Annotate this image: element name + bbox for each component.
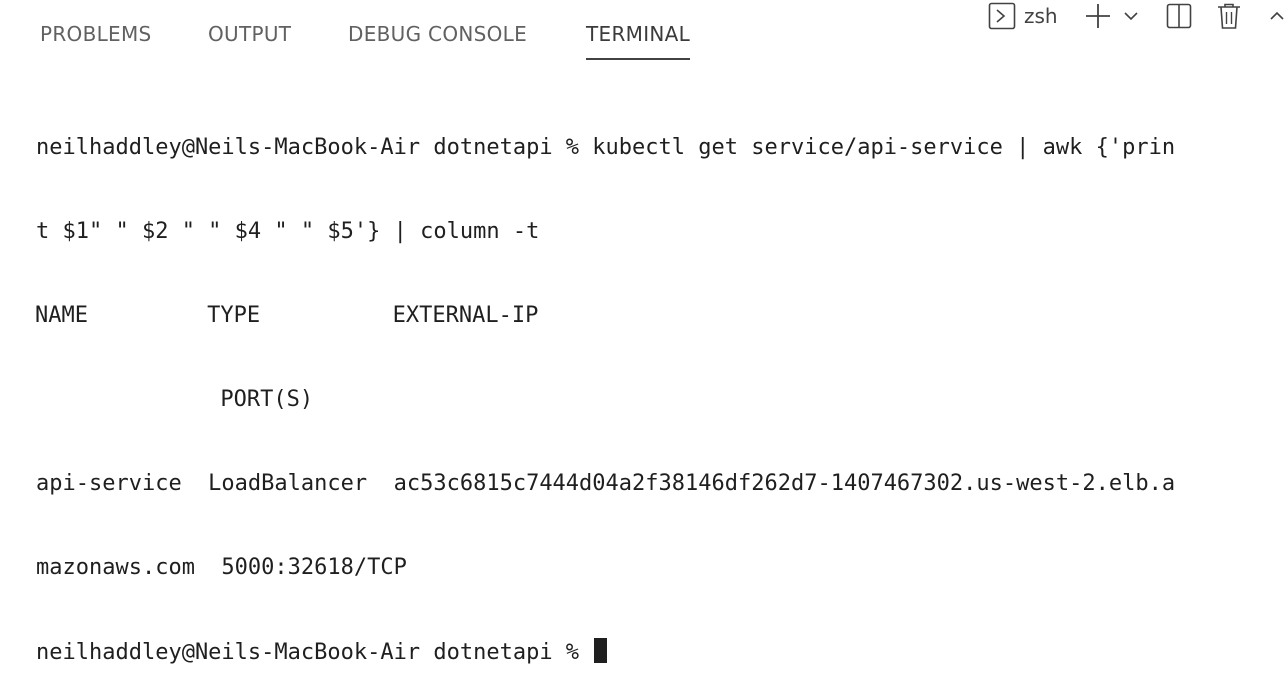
kill-terminal-button[interactable] — [1216, 0, 1242, 32]
trash-icon — [1216, 2, 1242, 30]
tab-debug-console[interactable]: DEBUG CONSOLE — [348, 22, 527, 52]
terminal-cursor — [594, 638, 608, 663]
split-terminal-button[interactable] — [1166, 0, 1192, 32]
terminal-prompt: neilhaddley@Neils-MacBook-Air dotnetapi … — [36, 640, 593, 665]
split-icon — [1166, 3, 1192, 29]
terminal-line: mazonaws.com 5000:32618/TCP — [36, 555, 407, 580]
terminal-line: NAME TYPE EXTERNAL-IP — [35, 303, 539, 328]
maximize-panel-button[interactable] — [1268, 0, 1286, 32]
terminal-line: t $1" " $2 " " $4 " " $5'} | column -t — [36, 219, 540, 244]
tab-terminal[interactable]: TERMINAL — [586, 22, 691, 60]
chevron-down-icon — [1122, 7, 1140, 25]
tab-output[interactable]: OUTPUT — [208, 22, 291, 52]
terminal-icon — [988, 2, 1016, 30]
panel-header: PROBLEMS OUTPUT DEBUG CONSOLE TERMINAL z… — [0, 0, 1286, 72]
shell-name: zsh — [1024, 4, 1058, 28]
terminal-selector[interactable]: zsh — [988, 0, 1058, 32]
launch-profile-button[interactable] — [1122, 0, 1140, 32]
terminal-output[interactable]: neilhaddley@Neils-MacBook-Air dotnetapi … — [35, 78, 1276, 665]
terminal-line: api-service LoadBalancer ac53c6815c7444d… — [36, 471, 1176, 496]
tab-problems[interactable]: PROBLEMS — [40, 22, 152, 52]
terminal-line: neilhaddley@Neils-MacBook-Air dotnetapi … — [36, 135, 1176, 160]
chevron-up-icon — [1268, 7, 1286, 25]
new-terminal-button[interactable] — [1084, 0, 1112, 32]
plus-icon — [1084, 2, 1112, 30]
terminal-prompt-line: neilhaddley@Neils-MacBook-Air dotnetapi … — [36, 638, 1276, 666]
terminal-line: PORT(S) — [35, 387, 314, 412]
